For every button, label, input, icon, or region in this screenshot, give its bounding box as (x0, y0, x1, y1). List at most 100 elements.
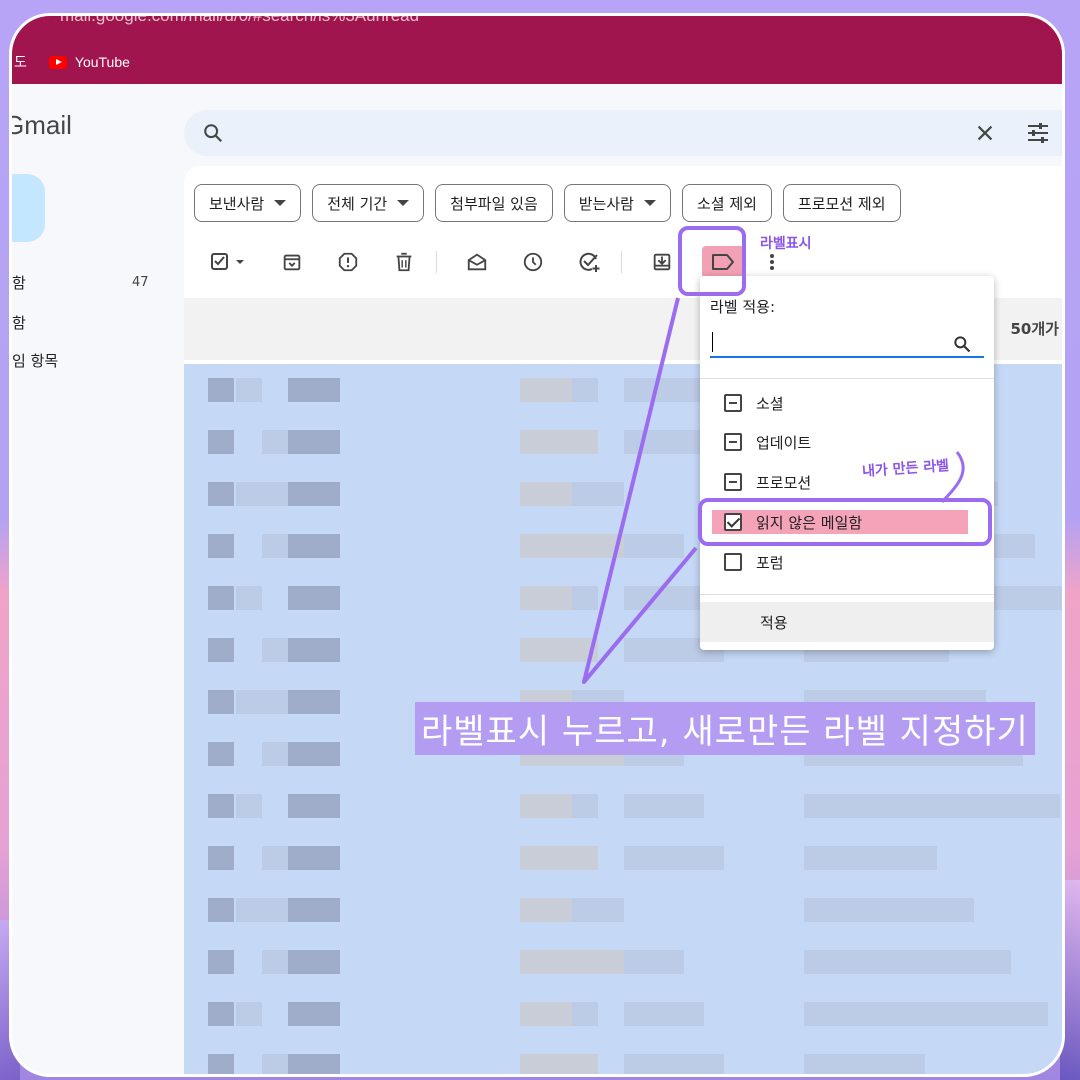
redacted-block (624, 846, 724, 870)
chip-label: 프로모션 제외 (797, 194, 886, 213)
redacted-block (288, 950, 340, 974)
close-icon[interactable] (974, 122, 996, 148)
redacted-block (208, 794, 234, 818)
label-option-updates[interactable]: 업데이트 (724, 429, 811, 455)
redacted-block (262, 534, 288, 558)
redacted-block (288, 378, 340, 402)
mark-read-icon[interactable] (461, 246, 493, 278)
redacted-block (520, 482, 572, 506)
redacted-block (572, 378, 598, 402)
text-cursor (712, 332, 713, 352)
redacted-block (236, 690, 288, 714)
redacted-block (520, 378, 572, 402)
redacted-block (208, 690, 234, 714)
redacted-block (804, 898, 974, 922)
redacted-block (208, 430, 234, 454)
menu-divider (700, 594, 994, 595)
label-search-input[interactable] (710, 328, 984, 358)
table-row[interactable] (184, 1002, 1062, 1028)
nav-item-inbox[interactable]: 함 (12, 272, 26, 293)
redacted-block (208, 638, 234, 662)
add-task-icon[interactable] (573, 246, 605, 278)
label-menu-title: 라벨 적용: (710, 298, 776, 316)
archive-icon[interactable] (276, 246, 308, 278)
redacted-block (262, 950, 288, 974)
filter-chip-date[interactable]: 전체 기간 (312, 184, 425, 222)
bookmark-youtube[interactable]: YouTube (48, 54, 130, 70)
address-bar-url[interactable]: mail.google.com/mail/u/0/#search/is%3Aun… (60, 16, 419, 26)
redacted-block (288, 898, 340, 922)
search-icon[interactable] (202, 122, 224, 148)
redacted-block (288, 1002, 340, 1026)
filter-chip-from[interactable]: 보낸사람 (194, 184, 302, 222)
annotation-highlight-label-button (678, 226, 746, 296)
redacted-block (262, 1054, 288, 1074)
table-row[interactable] (184, 1054, 1062, 1074)
table-row[interactable] (184, 846, 1062, 872)
checkbox-unchecked-icon[interactable] (724, 553, 742, 571)
checkbox-indeterminate-icon[interactable] (724, 433, 742, 451)
filter-chip-exclude-social[interactable]: 소셜 제외 (681, 184, 772, 222)
result-count: 50개가 모 (1010, 320, 1063, 338)
redacted-block (262, 742, 288, 766)
compose-button[interactable] (12, 174, 45, 242)
checkbox-indeterminate-icon[interactable] (724, 394, 742, 412)
redacted-block (804, 794, 1060, 818)
redacted-block (288, 586, 340, 610)
redacted-block (520, 898, 572, 922)
select-checkbox-icon[interactable] (206, 246, 252, 278)
redacted-block (208, 1002, 234, 1026)
redacted-block (572, 482, 624, 506)
table-row[interactable] (184, 950, 1062, 976)
filter-chip-exclude-promotions[interactable]: 프로모션 제외 (782, 184, 901, 222)
table-row[interactable] (184, 898, 1062, 924)
tune-icon[interactable] (1026, 122, 1050, 148)
redacted-block (262, 430, 288, 454)
redacted-block (520, 586, 572, 610)
label-option-text: 업데이트 (756, 433, 812, 452)
youtube-icon (48, 55, 67, 69)
redacted-block (208, 742, 234, 766)
delete-icon[interactable] (388, 246, 420, 278)
redacted-block (520, 794, 572, 818)
redacted-block (262, 638, 288, 662)
nav-item-label: 함 (12, 314, 26, 332)
bookmark-item[interactable]: 도 (14, 52, 27, 72)
label-option-social[interactable]: 소셜 (724, 390, 784, 416)
snooze-icon[interactable] (517, 246, 549, 278)
redacted-block (288, 534, 340, 558)
nav-item-secondary[interactable]: 함 (12, 312, 26, 333)
label-option-forums[interactable]: 포럼 (724, 549, 784, 575)
redacted-block (208, 1054, 234, 1074)
redacted-block (236, 482, 288, 506)
redacted-block (804, 1054, 925, 1074)
label-option-promotions[interactable]: 프로모션 (724, 469, 811, 495)
redacted-block (624, 378, 704, 402)
filter-chip-attachment[interactable]: 첨부파일 있음 (435, 184, 553, 222)
decorative-mountain-right (1060, 880, 1080, 1080)
move-to-icon[interactable] (646, 246, 678, 278)
nav-item-count: 47 (132, 275, 149, 290)
annotation-instruction: 라벨표시 누르고, 새로만든 라벨 지정하기 (415, 702, 1035, 755)
redacted-block (236, 1002, 262, 1026)
search-bar[interactable] (184, 110, 1062, 156)
screenshot-frame: mail.google.com/mail/u/0/#search/is%3Aun… (12, 16, 1062, 1074)
redacted-block (804, 1002, 1048, 1026)
redacted-block (572, 1002, 598, 1026)
report-spam-icon[interactable] (332, 246, 364, 278)
apply-button[interactable]: 적용 (700, 602, 994, 642)
nav-item-label: 임 항목 (12, 352, 59, 370)
filter-chip-to[interactable]: 받는사람 (563, 184, 671, 222)
redacted-block (208, 534, 234, 558)
search-icon[interactable] (952, 334, 972, 358)
apply-button-label: 적용 (760, 614, 788, 632)
nav-item-tertiary[interactable]: 임 항목 (12, 350, 58, 371)
table-row[interactable] (184, 794, 1062, 820)
redacted-block (288, 638, 340, 662)
nav-item-label: 함 (12, 274, 26, 292)
chip-label: 받는사람 (578, 194, 634, 213)
redacted-block (288, 430, 340, 454)
gmail-logo[interactable]: Gmail (12, 110, 72, 141)
redacted-block (520, 1002, 572, 1026)
checkbox-indeterminate-icon[interactable] (724, 473, 742, 491)
